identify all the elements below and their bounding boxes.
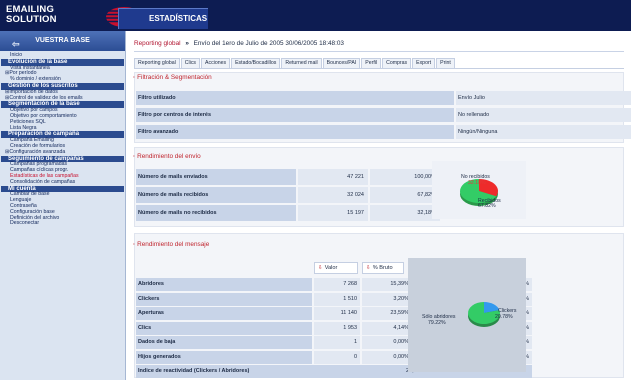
report-tab[interactable]: Bounces/PAI: [322, 58, 361, 68]
filter-value: Ningún/Ninguna: [456, 125, 631, 139]
mensaje-value: 1 953: [314, 321, 360, 335]
report-tab[interactable]: Export: [412, 58, 436, 68]
report-tab[interactable]: Compras: [382, 58, 412, 68]
mensaje-label: Clics: [136, 321, 312, 335]
breadcrumb-separator: »: [185, 40, 189, 47]
mensaje-value: 1 510: [314, 292, 360, 306]
envio-count: 47 221: [298, 169, 368, 185]
sidebar-header[interactable]: ⇦ VUESTRA BASE: [0, 31, 125, 51]
sidebar-item[interactable]: Desconectar: [0, 221, 125, 227]
column-header-label: Valor: [324, 265, 338, 271]
sort-arrow-icon: ⇩: [318, 265, 323, 271]
envio-label: Número de mails enviados: [136, 169, 296, 185]
divider: [134, 68, 624, 69]
pie-label-abridores-pct: 79.22%: [428, 320, 446, 326]
mensaje-label: Hijos generados: [136, 350, 312, 364]
section-marker-icon: ·: [133, 241, 136, 248]
pie-label-recibidos-pct: 67.82%: [478, 203, 496, 209]
envio-label: Número de mails recibidos: [136, 187, 296, 203]
filtracion-title: · Filtración & Segmentación: [133, 74, 212, 81]
breadcrumb-root-link[interactable]: Reporting global: [134, 40, 181, 47]
mensaje-pie-chart: Sólo abridores 79.22% Clickers 20.78%: [408, 258, 526, 372]
mensaje-pie-svg: Sólo abridores 79.22% Clickers 20.78%: [422, 302, 517, 327]
breadcrumb: Reporting global » Envío del 1ero de Jul…: [134, 40, 344, 47]
sidebar-menu: Inicio Evolución de la base Vista instantá…: [0, 51, 125, 227]
mensaje-label: Abridores: [136, 278, 312, 291]
envio-count: 32 024: [298, 187, 368, 203]
column-header-label: % Bruto: [372, 265, 393, 271]
mensaje-label: Clickers: [136, 292, 312, 306]
mensaje-title: · Rendimiento del mensaje: [133, 241, 210, 248]
report-tab[interactable]: Clics: [180, 58, 201, 68]
envio-row: Número de mails no recibidos 15 197 32,18%: [136, 205, 442, 221]
sidebar-title: VUESTRA BASE: [35, 37, 90, 44]
mensaje-label: Dados de baja: [136, 336, 312, 349]
mensaje-value: 11 140: [314, 307, 360, 320]
mensaje-percent-bruto: 3,20%: [362, 292, 412, 306]
logo-line-2: SOLUTION: [6, 14, 57, 25]
envio-row: Número de mails recibidos 32 024 67,82%: [136, 187, 442, 203]
filter-label: Filtro avanzado: [136, 125, 454, 139]
envio-pie-chart: No recibidos 32.18% Recibidos 67.82%: [432, 161, 526, 219]
column-header-button[interactable]: ⇩ Valor: [314, 262, 358, 274]
breadcrumb-current: Envío del 1ero de Julio de 2005 30/06/20…: [193, 40, 344, 47]
sort-arrow-icon: ⇩: [366, 265, 371, 271]
mensaje-value: 7 268: [314, 278, 360, 291]
mensaje-percent-bruto: 15,39%: [362, 278, 412, 291]
report-tab[interactable]: Print: [436, 58, 455, 68]
filter-row: Filtro por centros de interés No rellenad…: [136, 108, 631, 122]
mensaje-percent-bruto: 23,59%: [362, 307, 412, 320]
report-tab[interactable]: Reporting global: [134, 58, 180, 68]
envio-title: · Rendimiento del envío: [133, 153, 201, 160]
report-tab[interactable]: Perfil: [361, 58, 382, 68]
mensaje-label: Aperturas: [136, 307, 312, 320]
report-tab[interactable]: Estado/Bocadillos: [231, 58, 281, 68]
module-title-tab[interactable]: ESTADÍSTICAS: [118, 8, 208, 29]
back-arrow-icon[interactable]: ⇦: [12, 34, 20, 54]
main-content: Reporting global » Envío del 1ero de Jul…: [126, 31, 631, 380]
section-marker-icon: ·: [133, 74, 136, 81]
pie-label-no-recibidos-pct: 32.18%: [468, 180, 486, 186]
envio-row: Número de mails enviados 47 221 100,00%: [136, 169, 442, 185]
mensaje-percent-bruto: 0,00%: [362, 336, 412, 349]
pie-label-clickers-pct: 20.78%: [495, 314, 513, 320]
filter-value: No rellenado: [456, 108, 631, 122]
filter-label: Filtro utilizado: [136, 91, 454, 105]
logo: EMAILING SOLUTION: [6, 5, 57, 25]
section-marker-icon: ·: [133, 153, 136, 160]
divider: [134, 51, 624, 52]
app-header: EMAILING SOLUTION ESTADÍSTICAS: [0, 0, 631, 31]
filter-row: Filtro utilizado Envío Julio: [136, 91, 631, 105]
filter-label: Filtro por centros de interés: [136, 108, 454, 122]
envio-label: Número de mails no recibidos: [136, 205, 296, 221]
report-tabs: Reporting global Clics Acciones Estado/Boca…: [134, 58, 455, 68]
envio-percent: 67,82%: [370, 187, 440, 203]
envio-pie-svg: No recibidos 32.18% Recibidos 67.82%: [460, 174, 501, 209]
filter-row: Filtro avanzado Ningún/Ninguna: [136, 125, 631, 139]
mensaje-percent-bruto: 4,14%: [362, 321, 412, 335]
sidebar: ⇦ VUESTRA BASE Inicio Evolución de la bas…: [0, 31, 126, 380]
mensaje-value: 1: [314, 336, 360, 349]
envio-count: 15 197: [298, 205, 368, 221]
report-tab[interactable]: Returned mail: [281, 58, 322, 68]
envio-percent: 100,00%: [370, 169, 440, 185]
filter-value: Envío Julio: [456, 91, 631, 105]
report-tab[interactable]: Acciones: [201, 58, 231, 68]
mensaje-value: 0: [314, 350, 360, 364]
column-header-button[interactable]: ⇩% Bruto: [362, 262, 404, 274]
mensaje-percent-bruto: 0,00%: [362, 350, 412, 364]
envio-percent: 32,18%: [370, 205, 440, 221]
